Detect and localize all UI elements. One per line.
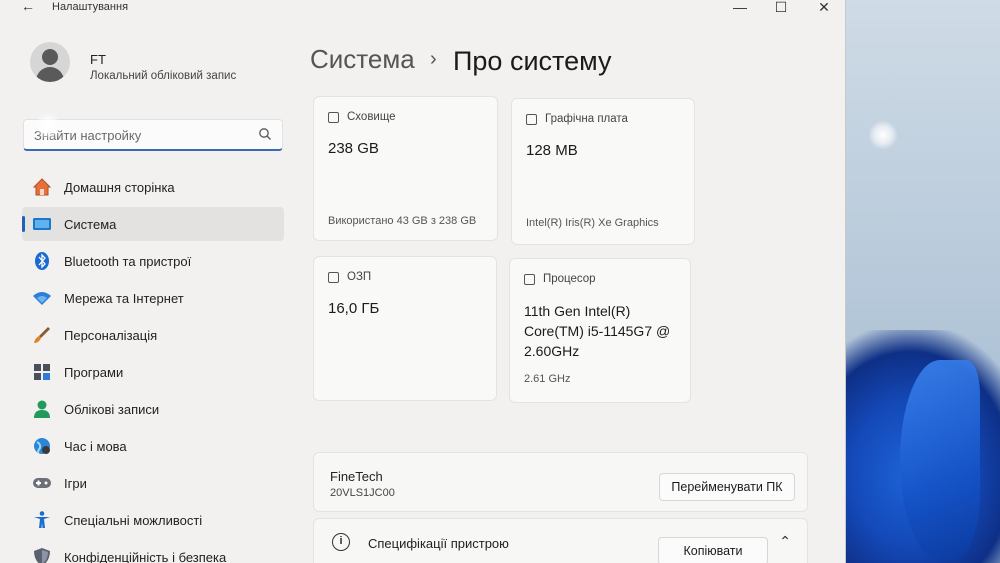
window-title: Налаштування <box>52 1 129 13</box>
cpu-value: 11th Gen Intel(R) Core(TM) i5-1145G7 @ 2… <box>524 301 670 361</box>
storage-card-header: Сховище <box>328 111 396 123</box>
minimize-button[interactable]: — <box>730 0 750 15</box>
breadcrumb-parent[interactable]: Система <box>310 44 415 75</box>
settings-window: ← Налаштування — ☐ ✕ FT Локальний обліко… <box>0 0 846 563</box>
copy-button[interactable]: Копіювати <box>658 537 768 563</box>
title-bar: ← Налаштування — ☐ ✕ <box>0 0 845 20</box>
device-name: FineTech <box>330 469 383 484</box>
graphics-card-icon <box>526 113 537 125</box>
accessibility-icon <box>32 510 52 530</box>
device-specs-label: Специфікації пристрою <box>368 536 509 551</box>
cpu-card[interactable]: Процесор 11th Gen Intel(R) Core(TM) i5-1… <box>509 258 691 403</box>
rename-pc-button[interactable]: Перейменувати ПК <box>659 473 795 501</box>
page-title: Про систему <box>453 46 612 76</box>
sidebar-item-label: Спеціальні можливості <box>64 512 203 528</box>
sidebar-item-label: Bluetooth та пристрої <box>64 253 192 269</box>
storage-icon <box>328 111 339 123</box>
sidebar-item-time-language[interactable]: Час і мова <box>22 429 284 463</box>
close-button[interactable]: ✕ <box>814 0 834 16</box>
system-icon <box>32 214 52 234</box>
sidebar-item-apps[interactable]: Програми <box>22 355 284 389</box>
bluetooth-icon <box>32 251 52 271</box>
sidebar-item-accounts[interactable]: Облікові записи <box>22 392 284 426</box>
sidebar-item-label: Домашня сторінка <box>64 179 175 195</box>
sidebar-item-home[interactable]: Домашня сторінка <box>22 170 284 204</box>
sidebar-item-accessibility[interactable]: Спеціальні можливості <box>22 503 284 537</box>
search-icon <box>259 128 271 140</box>
device-specs-panel[interactable]: i Специфікації пристрою Копіювати ⌃ <box>313 518 808 563</box>
sidebar-item-bluetooth[interactable]: Bluetooth та пристрої <box>22 244 284 278</box>
home-icon <box>32 177 52 197</box>
sidebar-item-label: Облікові записи <box>64 401 160 417</box>
ram-value: 16,0 ГБ <box>328 300 380 317</box>
sidebar-item-privacy[interactable]: Конфіденційність і безпека <box>22 540 284 563</box>
wallpaper-petal <box>900 360 980 560</box>
sidebar-item-label: Час і мова <box>64 438 127 454</box>
globe-icon <box>32 436 52 456</box>
sidebar-item-system[interactable]: Система <box>22 207 284 241</box>
sidebar-item-gaming[interactable]: Ігри <box>22 466 284 500</box>
sidebar-item-network[interactable]: Мережа та Інтернет <box>22 281 284 315</box>
graphics-title: Графічна плата <box>545 113 628 125</box>
graphics-model: Intel(R) Iris(R) Xe Graphics <box>526 217 659 229</box>
cpu-value-line: 11th Gen Intel(R) <box>524 303 631 319</box>
chevron-up-icon[interactable]: ⌃ <box>779 533 791 550</box>
gamepad-icon <box>32 473 52 493</box>
sidebar-item-personalization[interactable]: Персоналізація <box>22 318 284 352</box>
graphics-value: 128 MB <box>526 142 578 159</box>
back-button[interactable]: ← <box>18 0 38 14</box>
storage-card[interactable]: Сховище 238 GB Використано 43 GB з 238 G… <box>313 96 498 241</box>
sidebar-item-label: Система <box>64 216 117 232</box>
sidebar-item-label: Персоналізація <box>64 327 158 343</box>
cpu-card-header: Процесор <box>524 273 596 285</box>
sidebar-item-label: Програми <box>64 364 124 380</box>
search-input[interactable]: Знайти настройку <box>23 119 283 151</box>
screen-glare <box>34 112 62 140</box>
account-type: Локальний обліковий запис <box>90 70 237 82</box>
cpu-value-line: Core(TM) i5-1145G7 @ <box>524 323 671 339</box>
storage-value: 238 GB <box>328 140 379 157</box>
user-name: FT <box>90 52 106 67</box>
brush-icon <box>32 325 52 345</box>
user-profile[interactable]: FT Локальний обліковий запис <box>30 42 290 92</box>
ram-card[interactable]: ОЗП 16,0 ГБ <box>313 256 497 401</box>
storage-usage: Використано 43 GB з 238 GB <box>328 215 477 227</box>
device-name-panel: FineTech 20VLS1JC00 Перейменувати ПК <box>313 452 808 512</box>
graphics-card-header: Графічна плата <box>526 113 628 125</box>
apps-icon <box>32 362 52 382</box>
sidebar-item-label: Мережа та Інтернет <box>64 290 184 306</box>
ram-card-header: ОЗП <box>328 271 371 283</box>
info-icon: i <box>332 533 350 551</box>
maximize-button[interactable]: ☐ <box>771 0 791 16</box>
person-icon <box>32 399 52 419</box>
avatar <box>30 42 70 82</box>
processor-icon <box>524 273 535 285</box>
breadcrumb-separator: › <box>430 48 437 70</box>
ram-icon <box>328 271 339 283</box>
shield-icon <box>32 547 52 563</box>
screen-glare <box>868 120 898 150</box>
ram-title: ОЗП <box>347 271 372 283</box>
device-model: 20VLS1JC00 <box>330 487 395 499</box>
wifi-icon <box>32 288 52 308</box>
sidebar-item-label: Ігри <box>64 475 87 491</box>
sidebar-nav: Домашня сторінка Система Bluetooth та пр… <box>22 170 284 563</box>
cpu-title: Процесор <box>543 273 596 285</box>
storage-title: Сховище <box>347 111 396 123</box>
cpu-speed: 2.61 GHz <box>524 373 571 385</box>
graphics-card[interactable]: Графічна плата 128 MB Intel(R) Iris(R) X… <box>511 98 695 245</box>
cpu-value-line: 2.60GHz <box>524 343 580 359</box>
sidebar-item-label: Конфіденційність і безпека <box>64 549 227 563</box>
